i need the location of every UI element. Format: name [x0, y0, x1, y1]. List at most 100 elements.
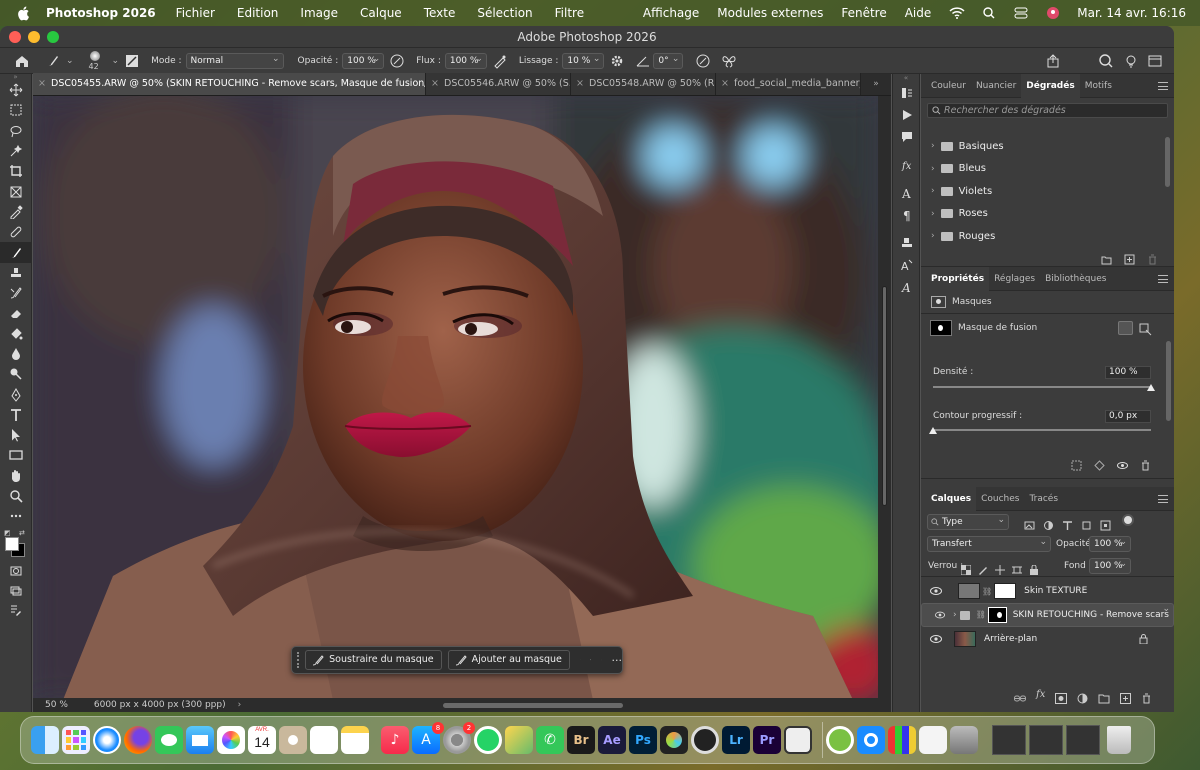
- search-icon[interactable]: [1098, 53, 1114, 69]
- delete-mask-trash-icon[interactable]: [1140, 456, 1151, 475]
- paint-bucket-tool-icon[interactable]: [0, 324, 32, 344]
- notes-icon[interactable]: [341, 726, 369, 754]
- calendar-icon[interactable]: AVR. 14: [248, 726, 276, 754]
- mail-icon[interactable]: [186, 726, 214, 754]
- dodge-tool-icon[interactable]: [0, 364, 32, 384]
- select-vector-mask-icon[interactable]: [1139, 321, 1152, 336]
- menu-app-name[interactable]: Photoshop 2026: [46, 6, 156, 20]
- layer-opacity-select[interactable]: 100 %: [1089, 535, 1131, 552]
- document-tab-active[interactable]: × DSC05455.ARW @ 50% (SKIN RETOUCHING - R…: [33, 73, 426, 95]
- pen-tool-icon[interactable]: [0, 384, 32, 404]
- smoothing-select[interactable]: 10 %: [562, 52, 605, 69]
- density-input[interactable]: 100 %: [1105, 366, 1151, 379]
- document-tab[interactable]: × DSC05546.ARW @ 50% (S...: [426, 73, 571, 95]
- visibility-eye-icon[interactable]: [930, 587, 942, 595]
- close-window-button[interactable]: [9, 31, 21, 43]
- default-colors-icon[interactable]: ◩: [4, 529, 11, 537]
- davinci-resolve-icon[interactable]: [660, 726, 688, 754]
- menu-selection[interactable]: Sélection: [477, 6, 532, 20]
- edit-toolbar-icon[interactable]: [0, 601, 32, 621]
- screen-mode-icon[interactable]: [0, 581, 32, 601]
- filter-toggle-icon[interactable]: [1122, 514, 1134, 526]
- angle-input[interactable]: 0°: [653, 52, 684, 69]
- layer-mask-thumbnail[interactable]: [994, 583, 1017, 599]
- rectangle-tool-icon[interactable]: [0, 445, 32, 465]
- color-swatches[interactable]: ◩ ⇄: [0, 527, 31, 561]
- share-icon[interactable]: [1045, 53, 1061, 69]
- menu-filtre[interactable]: Filtre: [555, 6, 584, 20]
- add-mask-icon[interactable]: [1055, 689, 1068, 708]
- vertical-scrollbar-thumb[interactable]: [882, 286, 887, 506]
- character-styles-icon[interactable]: A: [893, 276, 921, 298]
- menu-affichage[interactable]: Affichage: [643, 6, 699, 20]
- workspace-icon[interactable]: [1147, 53, 1163, 69]
- brush-preset-chevron-icon[interactable]: ⌄: [66, 56, 74, 66]
- obs-icon[interactable]: [691, 726, 719, 754]
- gradient-folder[interactable]: › Roses: [921, 203, 1174, 226]
- system-settings-gear-icon[interactable]: 2: [443, 722, 475, 754]
- layer-style-fx-icon[interactable]: fx: [1036, 689, 1045, 708]
- select-mask-pixel-icon[interactable]: [1118, 321, 1133, 335]
- clone-stamp-tool-icon[interactable]: [0, 263, 32, 283]
- mask-adjust-icon[interactable]: [579, 653, 581, 667]
- minimize-window-button[interactable]: [28, 31, 40, 43]
- marquee-tool-icon[interactable]: [0, 100, 32, 120]
- pressure-size-icon[interactable]: [695, 53, 711, 69]
- minimized-window-thumb[interactable]: [1066, 725, 1100, 755]
- airbrush-icon[interactable]: [492, 53, 508, 69]
- tab-bibliotheques[interactable]: Bibliothèques: [1040, 267, 1111, 291]
- panel-menu-icon[interactable]: [1158, 275, 1168, 283]
- invert-mask-icon[interactable]: [590, 653, 591, 667]
- visibility-eye-icon[interactable]: [935, 611, 946, 619]
- more-options-icon[interactable]: ···: [612, 654, 623, 667]
- discover-bulb-icon[interactable]: [1123, 53, 1139, 69]
- visibility-eye-icon[interactable]: [930, 635, 942, 643]
- tab-nuancier[interactable]: Nuancier: [971, 74, 1021, 98]
- new-group-icon[interactable]: [1098, 689, 1110, 708]
- foreground-color-swatch[interactable]: [5, 536, 19, 551]
- strip-collapse-icon[interactable]: «: [893, 74, 919, 82]
- document-tab[interactable]: × DSC05548.ARW @ 50% (R...: [571, 73, 716, 95]
- brush-size-chevron-icon[interactable]: ⌄: [112, 56, 120, 66]
- menu-calque[interactable]: Calque: [360, 6, 402, 20]
- menu-aide[interactable]: Aide: [905, 6, 932, 20]
- music-icon[interactable]: ♪: [381, 726, 409, 754]
- history-panel-icon[interactable]: [893, 82, 921, 104]
- disk-utility-icon[interactable]: [950, 726, 978, 754]
- finder-icon[interactable]: [31, 726, 59, 754]
- facetime-icon[interactable]: ✆: [536, 726, 564, 754]
- layer-lock-icon[interactable]: [1139, 634, 1148, 647]
- clone-source-icon[interactable]: [893, 232, 921, 254]
- hand-tool-icon[interactable]: [0, 466, 32, 486]
- premiere-icon[interactable]: Pr: [753, 726, 781, 754]
- close-tab-icon[interactable]: ×: [721, 73, 729, 95]
- feather-slider[interactable]: [929, 427, 1151, 434]
- fill-select[interactable]: 100 %: [1089, 557, 1131, 574]
- brush-tool-icon[interactable]: [0, 242, 32, 263]
- firefox-icon[interactable]: [124, 726, 152, 754]
- eyedropper-tool-icon[interactable]: [0, 202, 32, 222]
- menu-fichier[interactable]: Fichier: [176, 6, 215, 20]
- brush-preset-icon[interactable]: [45, 53, 61, 69]
- tab-motifs[interactable]: Motifs: [1080, 74, 1117, 98]
- tabs-overflow-icon[interactable]: »: [861, 73, 891, 95]
- delete-layer-trash-icon[interactable]: [1141, 689, 1152, 708]
- vertical-scrollbar[interactable]: [878, 96, 891, 700]
- tab-proprietes[interactable]: Propriétés: [921, 266, 990, 291]
- document-tab[interactable]: × food_social_media_banner_0: [716, 73, 861, 95]
- after-effects-icon[interactable]: Ae: [598, 726, 626, 754]
- photos-icon[interactable]: [217, 726, 245, 754]
- status-chevron-icon[interactable]: ›: [238, 700, 242, 710]
- search-icon[interactable]: [981, 7, 997, 19]
- app-store-icon[interactable]: A8: [412, 722, 444, 754]
- user-avatar-icon[interactable]: [1045, 7, 1061, 19]
- panel-menu-icon[interactable]: [1158, 495, 1168, 503]
- gradient-folder[interactable]: › Bleus: [921, 158, 1174, 181]
- quicktime-icon[interactable]: [857, 726, 885, 754]
- density-slider-knob[interactable]: [1147, 384, 1155, 391]
- crop-tool-icon[interactable]: [0, 161, 32, 181]
- document-info[interactable]: 6000 px x 4000 px (300 ppp): [94, 700, 226, 710]
- panel-menu-icon[interactable]: [1158, 82, 1168, 90]
- drag-handle-icon[interactable]: [297, 652, 300, 668]
- flow-select[interactable]: 100 %: [444, 52, 487, 69]
